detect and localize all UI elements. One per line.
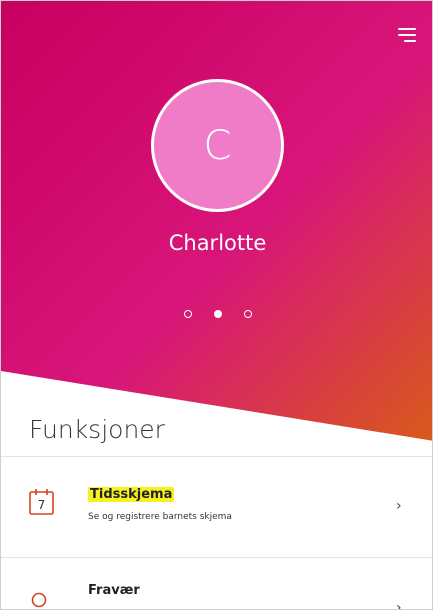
item-description: Se og registrere barnets skjema bbox=[88, 512, 232, 522]
item-title: Fravær bbox=[88, 583, 140, 598]
absence-ring-icon bbox=[31, 592, 47, 608]
profile-hero: C Charlotte bbox=[1, 1, 432, 441]
svg-text:7: 7 bbox=[38, 498, 46, 512]
hamburger-menu-icon[interactable] bbox=[392, 25, 416, 45]
section-title: Funksjoner bbox=[29, 415, 165, 444]
carousel-dot-2-active[interactable] bbox=[213, 310, 222, 318]
hero-background bbox=[1, 1, 432, 441]
carousel-dot-1[interactable] bbox=[183, 310, 192, 318]
profile-name: Charlotte bbox=[168, 231, 267, 255]
app-screen: C Charlotte Funksjoner 7 Tidsskjema Se o… bbox=[0, 0, 433, 610]
calendar-7-icon: 7 bbox=[29, 489, 54, 515]
chevron-right-icon: › bbox=[396, 600, 402, 610]
list-item-tidsskjema[interactable]: 7 Tidsskjema Se og registrere barnets sk… bbox=[1, 457, 432, 557]
carousel-dot-3[interactable] bbox=[243, 310, 252, 318]
chevron-right-icon: › bbox=[396, 498, 402, 514]
item-title: Tidsskjema bbox=[88, 487, 175, 502]
avatar[interactable]: C bbox=[151, 79, 284, 212]
item-title-text: Tidsskjema bbox=[88, 487, 175, 502]
carousel-indicator bbox=[1, 310, 432, 318]
avatar-initial: C bbox=[203, 122, 232, 169]
list-item-fravaer[interactable]: Fravær › bbox=[1, 558, 432, 610]
